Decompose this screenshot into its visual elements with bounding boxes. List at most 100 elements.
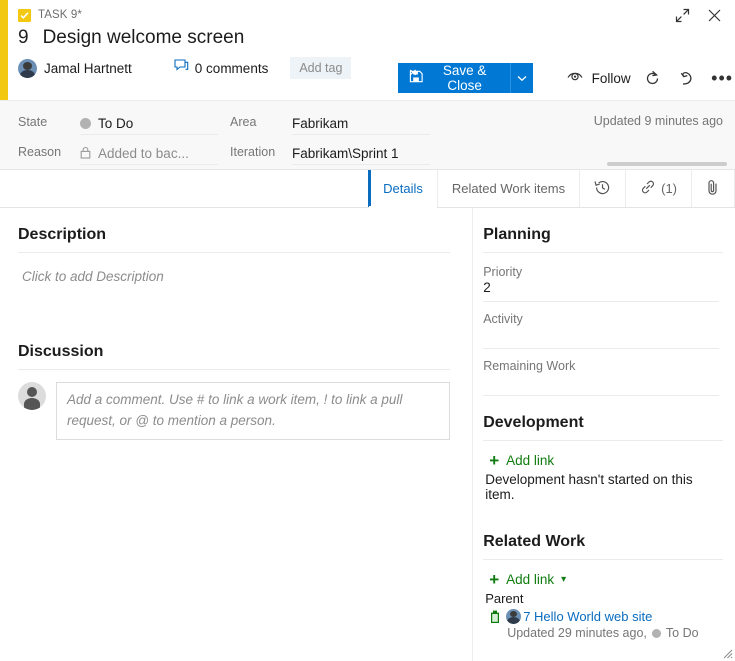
plus-icon: + — [489, 454, 499, 467]
area-text: Fabrikam — [292, 116, 348, 131]
list-item[interactable]: 7 Hello World web site — [483, 609, 723, 624]
window-controls — [669, 3, 727, 27]
related-work-item-link[interactable]: 7 Hello World web site — [523, 609, 652, 624]
reason-text: Added to bac... — [98, 146, 189, 161]
description-placeholder: Click to add Description — [18, 265, 450, 284]
tab-links-count: (1) — [661, 181, 677, 196]
activity-value[interactable] — [483, 326, 719, 349]
comments-count-label: 0 comments — [195, 61, 269, 76]
eye-icon — [567, 70, 585, 86]
save-close-icon — [409, 69, 424, 87]
assigned-to-name[interactable]: Jamal Hartnett — [44, 61, 132, 76]
work-item-fields-band: State To Do Area Fabrikam Reason Added t… — [0, 100, 735, 170]
close-icon[interactable] — [701, 3, 727, 27]
comment-icon — [174, 59, 189, 78]
related-work-group-label: Parent — [483, 591, 723, 606]
development-empty-text: Development hasn't started on this item. — [483, 472, 723, 502]
plus-icon: + — [489, 573, 499, 586]
field-label-reason: Reason — [18, 140, 80, 165]
comments-link[interactable]: 0 comments — [174, 59, 269, 78]
field-value-iteration[interactable]: Fabrikam\Sprint 1 — [292, 140, 430, 165]
development-divider — [483, 440, 723, 441]
follow-button[interactable]: Follow — [567, 70, 631, 86]
field-value-reason: Added to bac... — [80, 140, 218, 165]
field-value-state[interactable]: To Do — [80, 110, 218, 135]
ellipsis-icon[interactable]: ••• — [709, 63, 735, 93]
description-divider — [18, 252, 450, 253]
chevron-down-icon — [517, 69, 527, 87]
work-item-dialog: TASK 9* 9 Design welcome screen Jamal Ha… — [0, 0, 735, 661]
ellipsis-glyph: ••• — [711, 73, 733, 83]
iteration-text: Fabrikam\Sprint 1 — [292, 146, 399, 161]
discussion-composer: Add a comment. Use # to link a work item… — [18, 382, 450, 440]
avatar — [18, 382, 46, 410]
related-work-item-meta: Updated 29 minutes ago, To Do — [483, 626, 723, 640]
details-left-column: Description Click to add Description Dis… — [0, 208, 473, 661]
state-dot-icon — [80, 118, 91, 129]
task-check-icon — [18, 9, 31, 22]
work-item-id: 9 — [18, 27, 29, 49]
description-input[interactable]: Click to add Description — [18, 265, 450, 343]
remaining-work-value[interactable] — [483, 373, 719, 396]
work-item-title[interactable]: Design welcome screen — [43, 27, 245, 49]
discussion-heading: Discussion — [18, 343, 450, 369]
details-right-column: Planning Priority 2 Activity Remaining W… — [473, 208, 735, 661]
related-work-heading: Related Work — [483, 533, 723, 559]
dialog-body: Description Click to add Description Dis… — [0, 208, 735, 661]
undo-icon[interactable] — [674, 63, 700, 93]
dialog-header: TASK 9* 9 Design welcome screen Jamal Ha… — [0, 0, 735, 100]
related-work-add-link-label: Add link — [506, 572, 554, 587]
related-work-add-link-button[interactable]: + Add link ▾ — [489, 572, 723, 587]
related-work-item-state: To Do — [666, 626, 699, 640]
save-dropdown-button[interactable] — [510, 63, 532, 93]
field-label-state: State — [18, 110, 80, 135]
chevron-down-icon: ▾ — [561, 574, 566, 585]
horizontal-scrollbar[interactable] — [607, 162, 727, 166]
related-work-item-updated: Updated 29 minutes ago, — [507, 626, 647, 640]
tab-related-work-items[interactable]: Related Work items — [438, 170, 580, 207]
work-item-type-label: TASK 9* — [38, 9, 82, 21]
avatar — [18, 59, 37, 78]
state-text: To Do — [98, 116, 133, 131]
state-dot-icon — [652, 629, 661, 638]
avatar — [506, 609, 521, 624]
lock-icon — [80, 146, 91, 162]
field-label-iteration: Iteration — [230, 140, 292, 165]
story-icon — [489, 610, 501, 624]
work-item-type-accent-bar — [0, 0, 8, 100]
history-icon — [594, 179, 611, 199]
comment-input[interactable]: Add a comment. Use # to link a work item… — [56, 382, 450, 440]
tab-details[interactable]: Details — [368, 170, 438, 207]
remaining-work-label: Remaining Work — [483, 359, 723, 373]
planning-divider — [483, 252, 723, 253]
related-work-divider — [483, 559, 723, 560]
follow-label: Follow — [592, 71, 631, 86]
priority-value[interactable]: 2 — [483, 279, 719, 302]
development-heading: Development — [483, 414, 723, 440]
tab-links[interactable]: (1) — [626, 170, 692, 207]
comment-placeholder: Add a comment. Use # to link a work item… — [67, 392, 402, 428]
tab-history[interactable] — [580, 170, 626, 207]
updated-timestamp: Updated 9 minutes ago — [594, 114, 723, 128]
development-add-link-button[interactable]: + Add link — [489, 453, 723, 468]
tab-details-label: Details — [383, 181, 423, 196]
link-icon — [640, 179, 656, 198]
priority-label: Priority — [483, 265, 723, 279]
save-and-close-button[interactable]: Save & Close — [398, 63, 510, 93]
refresh-icon[interactable] — [640, 63, 666, 93]
resize-grip[interactable] — [719, 645, 733, 659]
tab-attachments[interactable] — [692, 170, 735, 207]
tab-related-work-items-label: Related Work items — [452, 181, 565, 196]
attachment-icon — [706, 179, 720, 199]
activity-label: Activity — [483, 312, 723, 326]
discussion-divider — [18, 369, 450, 370]
save-and-close-label: Save & Close — [431, 63, 498, 93]
description-heading: Description — [18, 226, 450, 252]
field-value-area[interactable]: Fabrikam — [292, 110, 430, 135]
add-tag-button[interactable]: Add tag — [290, 57, 351, 79]
development-add-link-label: Add link — [506, 453, 554, 468]
expand-icon[interactable] — [669, 3, 695, 27]
field-label-area: Area — [230, 110, 292, 135]
breadcrumb: TASK 9* — [0, 0, 735, 24]
header-toolbar: Save & Close Follow — [398, 63, 735, 93]
